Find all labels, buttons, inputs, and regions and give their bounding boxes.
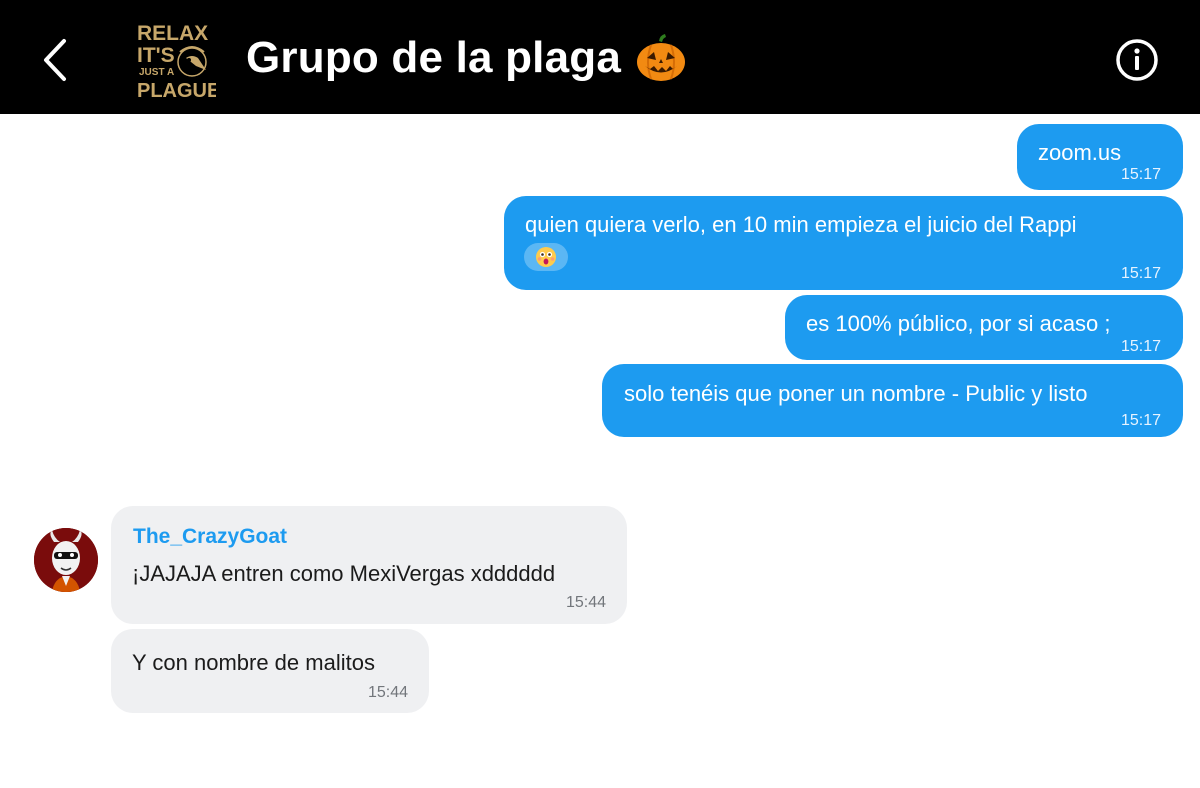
avatar[interactable] [34,528,98,592]
message-text: ¡JAJAJA entren como MexiVergas xdddddd [132,561,556,586]
message-time: 15:17 [1120,265,1161,282]
jack-o-lantern-icon [637,34,686,81]
logo-line-3: JUST A [139,67,174,78]
group-avatar[interactable]: RELAX IT'S JUST A PLAGUE [134,18,216,100]
goat-avatar-icon [34,528,98,592]
message-text: quien quiera verlo, en 10 min empieza el… [525,212,1077,237]
message-text: solo tenéis que poner un nombre - Public… [624,381,1088,406]
emoji-reaction[interactable] [524,243,568,271]
chat-title-area[interactable]: Grupo de la plaga [246,28,687,88]
message-text: es 100% público, por si acaso ; [806,311,1111,336]
message-time: 15:17 [1120,412,1161,429]
chat-title: Grupo de la plaga [246,33,622,82]
message-time: 15:17 [1120,166,1161,183]
logo-line-1: RELAX [137,22,208,45]
outgoing-message[interactable]: solo tenéis que poner un nombre - Public… [602,364,1183,437]
message-time: 15:44 [565,594,606,611]
sender-name[interactable]: The_CrazyGoat [133,525,287,549]
chevron-left-icon [44,39,66,81]
logo-line-2: IT'S [137,44,175,67]
message-text: Y con nombre de malitos [132,650,375,675]
chat-header: RELAX IT'S JUST A PLAGUE Grupo de la pla… [0,0,1200,114]
outgoing-message[interactable]: quien quiera verlo, en 10 min empieza el… [504,196,1183,290]
message-time: 15:17 [1120,338,1161,355]
message-list[interactable]: zoom.us 15:17 quien quiera verlo, en 10 … [0,114,1200,788]
incoming-message[interactable]: The_CrazyGoat ¡JAJAJA entren como MexiVe… [111,506,627,624]
plague-doctor-icon [177,46,207,77]
message-text: zoom.us [1038,140,1122,165]
astonished-face-icon [536,247,556,267]
info-button[interactable] [1114,37,1160,83]
back-button[interactable] [30,30,80,90]
outgoing-message[interactable]: zoom.us 15:17 [1017,124,1183,190]
logo-line-4: PLAGUE [137,80,216,100]
info-icon [1116,39,1158,81]
outgoing-message[interactable]: es 100% público, por si acaso ; 15:17 [785,295,1183,360]
chat-screen: RELAX IT'S JUST A PLAGUE Grupo de la pla… [0,0,1200,788]
incoming-message[interactable]: Y con nombre de malitos 15:44 [111,629,429,713]
message-time: 15:44 [367,684,408,701]
